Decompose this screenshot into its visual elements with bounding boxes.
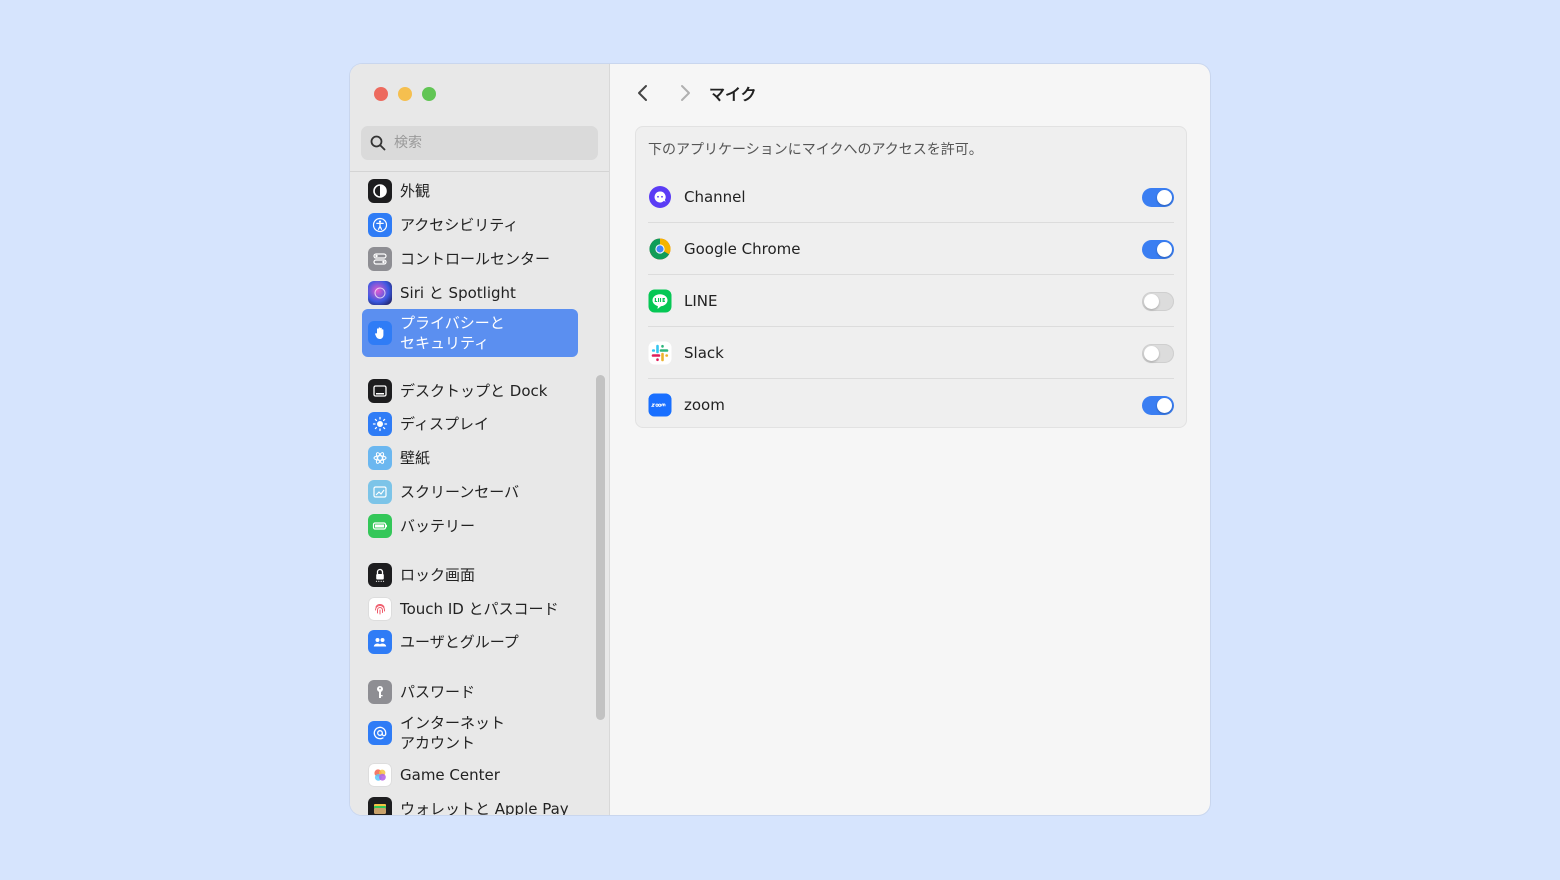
- sidebar-item-label: アクセシビリティ: [400, 216, 519, 234]
- sidebar-divider: [350, 171, 609, 172]
- sidebar-item-passwords[interactable]: パスワード: [362, 676, 578, 708]
- sidebar-item-lock-screen[interactable]: ロック画面: [362, 559, 578, 591]
- toggle-knob: [1157, 397, 1172, 413]
- search-icon: [370, 135, 386, 151]
- display-icon: [368, 412, 392, 436]
- wallet-icon: [368, 797, 392, 815]
- sidebar-scrollbar[interactable]: [596, 375, 605, 720]
- sidebar-item-label: コントロールセンター: [400, 250, 551, 268]
- sidebar-item-control-center[interactable]: コントロールセンター: [362, 243, 578, 275]
- app-row-channel: Channel: [648, 171, 1174, 223]
- sidebar-item-label: ロック画面: [400, 566, 476, 584]
- settings-window: 外観 アクセシビリティ コントロールセンター Siri と Spotlight: [350, 64, 1210, 815]
- sidebar-item-label: ユーザとグループ: [400, 633, 519, 651]
- app-row-google-chrome: Google Chrome: [648, 223, 1174, 275]
- chevron-right-icon: [681, 85, 690, 101]
- channel-icon: [648, 185, 672, 209]
- game-center-icon: [368, 763, 392, 787]
- toggle-knob: [1157, 241, 1172, 257]
- zoom-window-button[interactable]: [422, 87, 436, 101]
- close-window-button[interactable]: [374, 87, 388, 101]
- app-name: Channel: [684, 188, 746, 206]
- toggle-knob: [1144, 345, 1159, 361]
- at-icon: [368, 721, 392, 745]
- dock-icon: [368, 379, 392, 403]
- minimize-window-button[interactable]: [398, 87, 412, 101]
- app-name: Google Chrome: [684, 240, 801, 258]
- slack-icon: [648, 341, 672, 365]
- wallpaper-icon: [368, 446, 392, 470]
- screensaver-icon: [368, 480, 392, 504]
- back-button[interactable]: [631, 81, 655, 105]
- app-name: zoom: [684, 396, 725, 414]
- sidebar-item-label: Touch ID とパスコード: [400, 600, 559, 618]
- sidebar-item-label: インターネット アカウント: [400, 714, 506, 752]
- panel-description: 下のアプリケーションにマイクへのアクセスを許可。: [648, 142, 983, 158]
- sidebar-item-label: ウォレットと Apple Pay: [400, 800, 569, 815]
- window-controls: [374, 87, 436, 101]
- sidebar-item-siri-spotlight[interactable]: Siri と Spotlight: [362, 277, 578, 309]
- siri-icon: [368, 281, 392, 305]
- sidebar-item-game-center[interactable]: Game Center: [362, 759, 578, 791]
- sidebar-item-battery[interactable]: バッテリー: [362, 510, 578, 542]
- toggle-knob: [1157, 189, 1172, 205]
- sidebar-item-label: 外観: [400, 182, 431, 200]
- key-icon: [368, 680, 392, 704]
- sidebar-item-desktop-dock[interactable]: デスクトップと Dock: [362, 375, 578, 407]
- zoom-icon: [648, 393, 672, 417]
- line-icon: [648, 289, 672, 313]
- sidebar-item-displays[interactable]: ディスプレイ: [362, 408, 578, 440]
- battery-icon: [368, 514, 392, 538]
- users-icon: [368, 630, 392, 654]
- toolbar: マイク: [631, 81, 757, 105]
- app-row-slack: Slack: [648, 327, 1174, 379]
- sidebar-item-wallpaper[interactable]: 壁紙: [362, 442, 578, 474]
- sidebar-item-label: デスクトップと Dock: [400, 382, 548, 400]
- sidebar-item-label: パスワード: [400, 683, 476, 701]
- sidebar-item-appearance[interactable]: 外観: [362, 175, 578, 207]
- lock-icon: [368, 563, 392, 587]
- sidebar-item-label: バッテリー: [400, 517, 476, 535]
- sidebar-item-touch-id[interactable]: Touch ID とパスコード: [362, 593, 578, 625]
- sidebar: 外観 アクセシビリティ コントロールセンター Siri と Spotlight: [350, 64, 610, 815]
- toggle-google-chrome[interactable]: [1142, 239, 1174, 259]
- toggle-channel[interactable]: [1142, 187, 1174, 207]
- control-center-icon: [368, 247, 392, 271]
- page-title: マイク: [709, 85, 757, 104]
- sidebar-item-label: ディスプレイ: [400, 415, 489, 433]
- sidebar-item-internet-accounts[interactable]: インターネット アカウント: [362, 709, 578, 757]
- forward-button[interactable]: [673, 81, 697, 105]
- fingerprint-icon: [368, 597, 392, 621]
- sidebar-item-privacy-security[interactable]: プライバシーと セキュリティ: [362, 309, 578, 357]
- chrome-icon: [648, 237, 672, 261]
- toggle-knob: [1144, 293, 1159, 309]
- sidebar-item-label: スクリーンセーバ: [400, 483, 520, 501]
- sidebar-item-screensaver[interactable]: スクリーンセーバ: [362, 476, 578, 508]
- app-name: Slack: [684, 344, 724, 362]
- sidebar-item-label: Game Center: [400, 766, 500, 784]
- toggle-line[interactable]: [1142, 291, 1174, 311]
- hand-icon: [368, 321, 392, 345]
- search-field[interactable]: [361, 126, 598, 160]
- app-permissions-panel: 下のアプリケーションにマイクへのアクセスを許可。 Channel Google …: [635, 126, 1187, 428]
- toggle-zoom[interactable]: [1142, 395, 1174, 415]
- sidebar-item-users-groups[interactable]: ユーザとグループ: [362, 626, 578, 658]
- sidebar-item-wallet[interactable]: ウォレットと Apple Pay: [362, 793, 578, 815]
- main-content: マイク 下のアプリケーションにマイクへのアクセスを許可。 Channel Goo…: [611, 64, 1210, 815]
- search-input[interactable]: [392, 134, 586, 152]
- sidebar-item-label: Siri と Spotlight: [400, 284, 516, 302]
- toggle-slack[interactable]: [1142, 343, 1174, 363]
- sidebar-item-accessibility[interactable]: アクセシビリティ: [362, 209, 578, 241]
- accessibility-icon: [368, 213, 392, 237]
- appearance-icon: [368, 179, 392, 203]
- app-row-zoom: zoom: [648, 379, 1174, 431]
- app-name: LINE: [684, 292, 718, 310]
- app-row-line: LINE: [648, 275, 1174, 327]
- sidebar-item-label: 壁紙: [400, 449, 431, 467]
- chevron-left-icon: [638, 85, 647, 101]
- sidebar-item-label: プライバシーと セキュリティ: [400, 314, 505, 352]
